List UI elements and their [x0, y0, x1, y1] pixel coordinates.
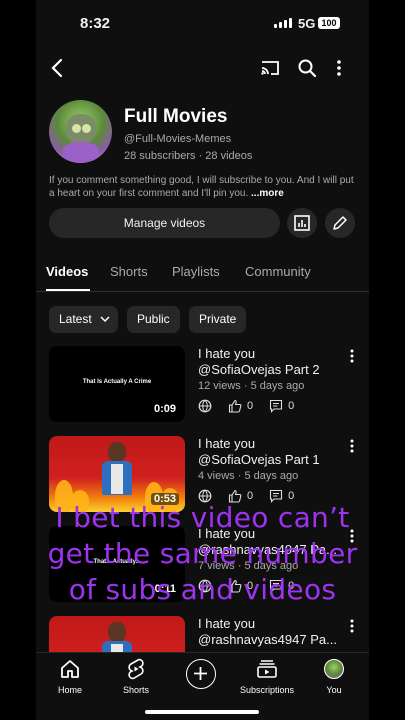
tab-videos[interactable]: Videos [46, 264, 88, 279]
video-thumbnail[interactable]: That Is Actually A Crime 0:09 [49, 346, 185, 422]
nav-you-label: You [326, 685, 342, 695]
nav-you[interactable]: You [304, 657, 364, 695]
back-icon[interactable] [50, 58, 64, 83]
channel-handle: @Full-Movies-Memes [124, 133, 232, 145]
video-meta: 12 views · 5 days ago [198, 380, 305, 392]
channel-tabs: Videos Shorts Playlists Community [36, 258, 369, 292]
manage-videos-button[interactable]: Manage videos [49, 208, 280, 238]
overlay-caption-line: get the same number [47, 537, 358, 570]
home-indicator[interactable] [145, 710, 259, 714]
tab-community[interactable]: Community [245, 264, 311, 279]
video-more-icon[interactable] [349, 348, 355, 369]
channel-avatar[interactable] [49, 100, 112, 163]
filter-private-chip[interactable]: Private [189, 306, 247, 333]
video-title-line: @rashnavyas4947 Pa... [198, 632, 337, 647]
thumbs-up-icon [228, 399, 242, 413]
video-stats: 0 0 [198, 399, 294, 413]
cast-icon[interactable] [259, 58, 281, 83]
nav-subscriptions-label: Subscriptions [239, 685, 295, 695]
signal-icon [274, 18, 292, 28]
battery-icon: 100 [318, 17, 340, 29]
video-row[interactable]: That Is Actually A Crime 0:09 I hate you… [49, 346, 357, 426]
cartoon-person [99, 442, 135, 506]
like-count: 0 [247, 400, 254, 412]
edit-channel-button[interactable] [325, 208, 355, 238]
overlay-caption-line: I bet this video can’t [55, 501, 350, 534]
thumbnail-caption: That Is Actually A Crime [82, 379, 152, 385]
channel-description[interactable]: If you comment something good, I will su… [49, 174, 357, 200]
video-title-line: I hate you [198, 616, 256, 631]
nav-shorts-label: Shorts [122, 685, 149, 695]
create-button[interactable] [186, 659, 216, 689]
pencil-icon [333, 216, 347, 230]
video-title[interactable]: I hate you @SofiaOvejas Part 2 [198, 346, 338, 378]
analytics-icon [294, 215, 310, 231]
video-more-icon[interactable] [349, 618, 355, 639]
channel-name: Full Movies [124, 106, 228, 127]
video-meta: 4 views · 5 days ago [198, 470, 299, 482]
overlay-caption-line: of subs and videos [68, 573, 337, 606]
video-duration: 0:09 [150, 403, 179, 415]
chevron-down-icon [100, 316, 110, 323]
status-bar: 8:32 5G 100 [36, 0, 369, 46]
video-title-line: @SofiaOvejas Part 1 [198, 452, 320, 467]
channel-stats: 28 subscribers · 28 videos [124, 150, 253, 162]
video-title-line: @SofiaOvejas Part 2 [198, 362, 320, 377]
nav-shorts[interactable]: Shorts [106, 657, 166, 695]
avatar-face [66, 114, 96, 144]
more-options-icon[interactable] [336, 58, 342, 83]
tab-shorts[interactable]: Shorts [110, 264, 148, 279]
active-tab-indicator [46, 289, 90, 291]
nav-subscriptions[interactable]: Subscriptions [237, 657, 297, 695]
video-title[interactable]: I hate you @rashnavyas4947 Pa... [198, 616, 338, 648]
sort-dropdown[interactable]: Latest [49, 306, 118, 333]
phone-screen: 8:32 5G 100 Full Movies @Full-Movies-Mem… [36, 0, 369, 720]
avatar-body [63, 142, 99, 163]
description-text: If you comment something good, I will su… [49, 175, 354, 199]
description-more-link[interactable]: ...more [251, 188, 284, 199]
network-label: 5G [298, 16, 316, 31]
user-avatar-icon [324, 659, 344, 679]
search-icon[interactable] [297, 58, 317, 83]
sort-label: Latest [59, 312, 92, 326]
overlay-caption: I bet this video can’t get the same numb… [0, 500, 405, 608]
video-more-icon[interactable] [349, 438, 355, 459]
video-title-line: I hate you [198, 436, 256, 451]
home-icon [61, 660, 79, 678]
comment-icon [270, 399, 283, 413]
globe-icon [198, 399, 212, 413]
right-letterbox [369, 0, 405, 720]
video-title-line: I hate you [198, 346, 256, 361]
comment-count: 0 [288, 400, 295, 412]
nav-home[interactable]: Home [40, 657, 100, 695]
avatar-eye [72, 124, 81, 133]
plus-icon [194, 667, 207, 680]
top-app-bar [36, 52, 369, 86]
status-time: 8:32 [80, 15, 111, 32]
tab-playlists[interactable]: Playlists [172, 264, 220, 279]
avatar-eye [82, 124, 91, 133]
left-letterbox [0, 0, 36, 720]
shorts-icon [128, 658, 144, 680]
nav-home-label: Home [57, 685, 82, 695]
video-title[interactable]: I hate you @SofiaOvejas Part 1 [198, 436, 338, 468]
subscriptions-icon [257, 660, 277, 678]
filter-public-chip[interactable]: Public [127, 306, 180, 333]
analytics-button[interactable] [287, 208, 317, 238]
